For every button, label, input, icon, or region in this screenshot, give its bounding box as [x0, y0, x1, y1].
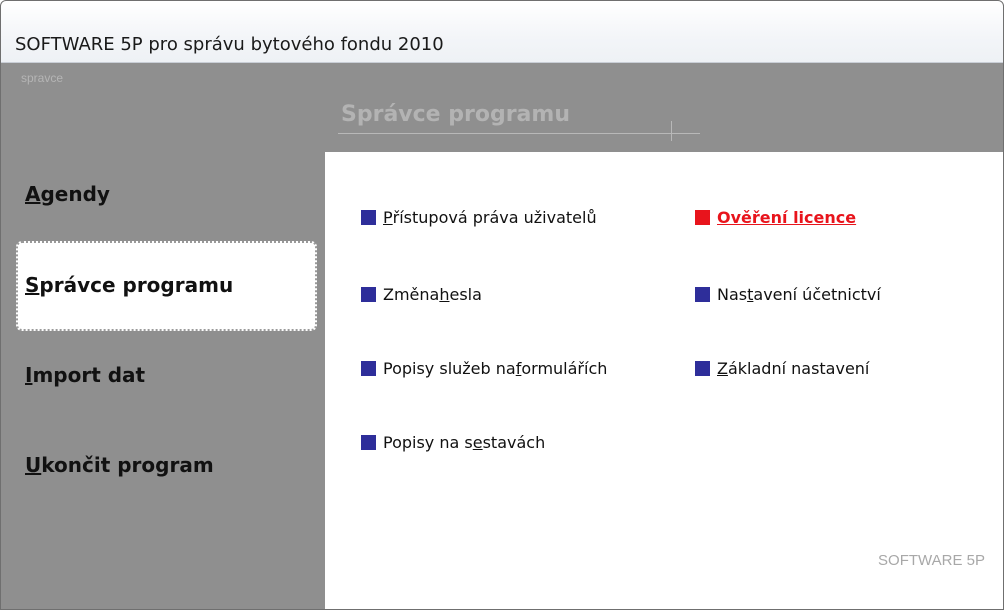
bullet-square-icon [695, 361, 710, 376]
nav-item-agendy[interactable]: Agendy [25, 182, 110, 206]
nav-item-hotkey: A [25, 182, 41, 206]
nav-item-import-dat[interactable]: Import dat [25, 363, 145, 387]
nav-item-spravce-programu[interactable]: Správce programu [25, 273, 233, 297]
nav-item-hotkey: S [25, 273, 40, 297]
section-title-tick [671, 121, 672, 141]
link-hotkey: h [439, 285, 450, 304]
section-title-underline [338, 133, 700, 134]
link-hotkey: Z [717, 359, 728, 378]
brand-watermark: SOFTWARE 5P [878, 552, 985, 569]
warning-square-icon [695, 210, 710, 225]
link-zakladni-nastaveni[interactable]: Základní nastavení [695, 359, 869, 378]
current-user-label: spravce [21, 71, 64, 85]
link-popisy-sluzeb[interactable]: Popisy služeb na f ormulářích [361, 359, 607, 378]
link-overeni-licence[interactable]: Ověření licence [695, 208, 856, 227]
title-bar: SOFTWARE 5P pro správu bytového fondu 20… [1, 1, 1003, 63]
nav-item-label: mport dat [32, 363, 146, 387]
bullet-square-icon [361, 361, 376, 376]
app-window: SOFTWARE 5P pro správu bytového fondu 20… [0, 0, 1004, 610]
bullet-square-icon [361, 287, 376, 302]
section-title: Správce programu [341, 102, 570, 127]
bullet-square-icon [695, 287, 710, 302]
link-hotkey: Ověření licence [717, 208, 857, 227]
link-hotkey: e [472, 433, 483, 452]
content-panel: Přístupová práva uživatelů Změna h esla P… [325, 152, 1003, 609]
nav-item-hotkey: U [25, 453, 42, 477]
nav-item-ukoncit-program[interactable]: Ukončit program [25, 453, 214, 477]
link-popisy-sestav[interactable]: Popisy na s e stavách [361, 433, 545, 452]
window-title: SOFTWARE 5P pro správu bytového fondu 20… [15, 34, 444, 55]
link-zmena-hesla[interactable]: Změna h esla [361, 285, 482, 304]
bullet-square-icon [361, 210, 376, 225]
bullet-square-icon [361, 435, 376, 450]
link-pristupova-prava[interactable]: Přístupová práva uživatelů [361, 208, 597, 227]
nav-item-label: končit program [41, 453, 214, 477]
nav-item-label: právce programu [39, 273, 234, 297]
nav-item-label: gendy [40, 182, 110, 206]
link-nastaveni-ucetnictvi[interactable]: Nas t avení účetnictví [695, 285, 881, 304]
link-hotkey: P [383, 208, 393, 227]
